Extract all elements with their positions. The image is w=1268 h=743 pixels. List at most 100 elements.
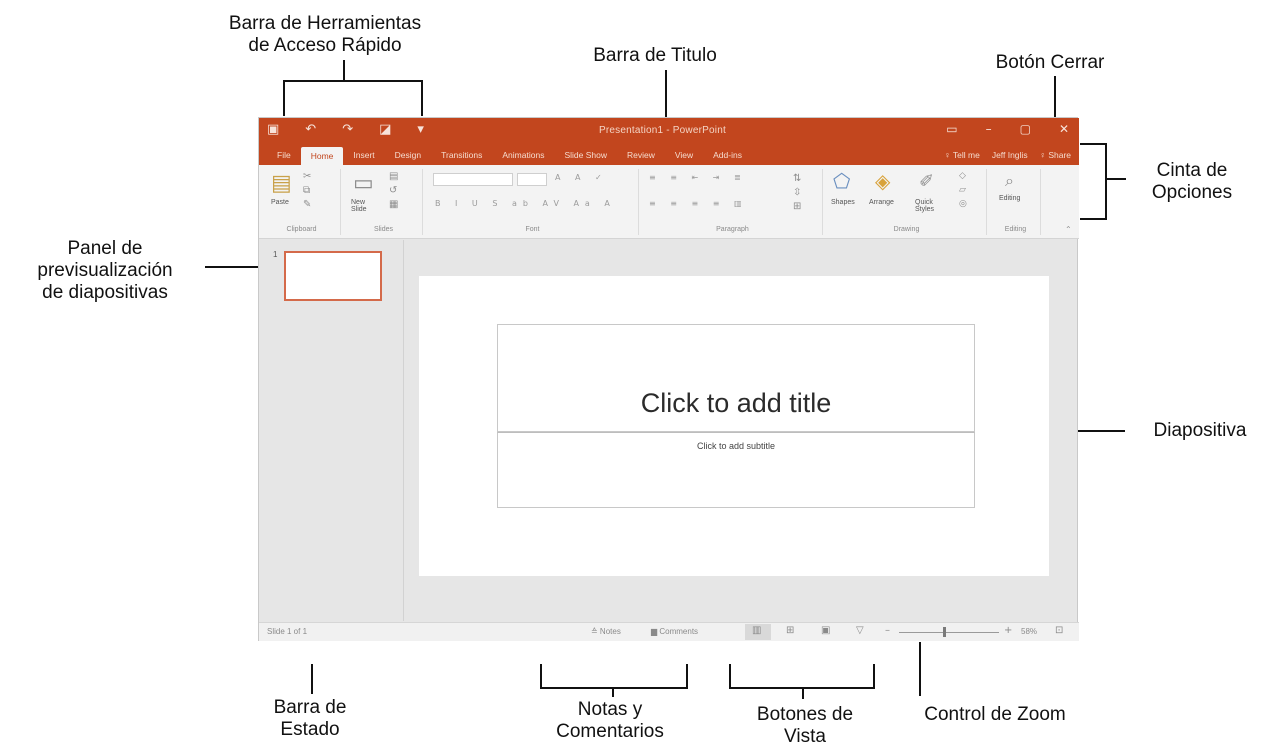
tab-add-ins[interactable]: Add-ins xyxy=(703,145,752,165)
ribbon-group-editing: ⌕ Editing Editing xyxy=(991,169,1041,235)
normal-view-icon[interactable]: ▥ xyxy=(752,625,761,636)
callout-line xyxy=(802,687,804,699)
tab-transitions[interactable]: Transitions xyxy=(431,145,492,165)
user-name[interactable]: Jeff Inglis xyxy=(992,145,1028,165)
cut-icon[interactable]: ✂ xyxy=(303,171,311,182)
slide-sorter-view-icon[interactable]: ⊞ xyxy=(786,625,794,636)
align-buttons[interactable]: ≡ ≡ ≡ ≡ ▥ xyxy=(649,199,748,208)
callout-line xyxy=(283,80,285,116)
tab-view[interactable]: View xyxy=(665,145,703,165)
callout-line xyxy=(540,664,542,688)
callout-line xyxy=(540,687,688,689)
tab-slide-show[interactable]: Slide Show xyxy=(554,145,617,165)
callout-line xyxy=(311,664,313,694)
quick-access-toolbar: ▣ ↶ ↷ ◪ ▾ xyxy=(267,122,424,137)
start-from-beginning-icon[interactable]: ◪ xyxy=(379,122,391,137)
reset-icon[interactable]: ↺ xyxy=(389,185,397,196)
tab-file[interactable]: File xyxy=(267,145,301,165)
quick-styles-icon[interactable]: ✐ xyxy=(919,171,934,192)
tab-home[interactable]: Home xyxy=(300,147,344,165)
powerpoint-window: ▣ ↶ ↷ ◪ ▾ Presentation1 - PowerPoint ▭ –… xyxy=(258,117,1079,641)
customize-toolbar-icon[interactable]: ▾ xyxy=(417,122,424,137)
callout-line xyxy=(421,80,423,116)
text-direction-icon[interactable]: ⇅ xyxy=(793,173,801,184)
editing-label[interactable]: Editing xyxy=(999,195,1020,202)
slide-editing-area: Click to add title Click to add subtitle xyxy=(405,240,1077,621)
shapes-icon[interactable]: ⬠ xyxy=(833,169,850,193)
redo-icon[interactable]: ↷ xyxy=(342,122,353,137)
tab-review[interactable]: Review xyxy=(617,145,665,165)
undo-icon[interactable]: ↶ xyxy=(305,122,316,137)
section-icon[interactable]: ▦ xyxy=(389,199,398,210)
collapse-ribbon-icon[interactable]: ⌃ xyxy=(1065,225,1072,234)
fit-to-window-icon[interactable]: ⊡ xyxy=(1055,625,1063,636)
share-button[interactable]: ♀ Share xyxy=(1040,145,1071,165)
status-bar: Slide 1 of 1 ≙ Notes ▆ Comments ▥ ⊞ ▣ ▽ … xyxy=(259,622,1079,641)
list-buttons[interactable]: ≡ ≡ ⇤ ⇥ ≣ xyxy=(649,173,747,182)
title-placeholder-text: Click to add title xyxy=(640,388,832,418)
close-icon[interactable]: ✕ xyxy=(1059,122,1069,136)
font-size-buttons[interactable]: A A ✓ xyxy=(555,173,608,182)
arrange-label[interactable]: Arrange xyxy=(869,199,894,206)
slide-thumbnail[interactable] xyxy=(284,251,382,301)
tab-design[interactable]: Design xyxy=(385,145,431,165)
reading-view-icon[interactable]: ▣ xyxy=(821,625,830,636)
callout-slide: Diapositiva xyxy=(1153,420,1247,441)
paste-icon[interactable]: ▤ xyxy=(271,171,292,196)
window-controls: ▭ – ▢ ✕ xyxy=(946,122,1069,136)
arrange-icon[interactable]: ◈ xyxy=(875,169,890,193)
font-name-dropdown[interactable] xyxy=(433,173,513,186)
maximize-icon[interactable]: ▢ xyxy=(1020,122,1031,136)
comments-button[interactable]: ▆ Comments xyxy=(651,627,698,636)
callout-line xyxy=(686,664,688,688)
shape-fill-icon[interactable]: ◇ xyxy=(959,171,966,181)
ribbon-group-slides: ▭ New Slide ▤ ↺ ▦ Slides xyxy=(345,169,423,235)
group-label-editing: Editing xyxy=(1004,226,1027,233)
copy-icon[interactable]: ⧉ xyxy=(303,185,310,196)
tell-me-box[interactable]: ♀ Tell me xyxy=(944,145,980,165)
slide-thumbnail-pane: 1 xyxy=(259,240,404,621)
format-painter-icon[interactable]: ✎ xyxy=(303,199,311,210)
subtitle-placeholder[interactable]: Click to add subtitle xyxy=(497,432,975,508)
save-icon[interactable]: ▣ xyxy=(267,122,279,137)
layout-icon[interactable]: ▤ xyxy=(389,171,398,182)
align-text-icon[interactable]: ⇳ xyxy=(793,187,801,198)
ribbon-display-options-icon[interactable]: ▭ xyxy=(946,122,957,136)
zoom-out-icon[interactable]: – xyxy=(885,625,890,636)
minimize-icon[interactable]: – xyxy=(986,122,992,136)
callout-line xyxy=(1106,178,1126,180)
zoom-percent[interactable]: 58% xyxy=(1021,627,1037,636)
shape-effects-icon[interactable]: ◎ xyxy=(959,199,967,209)
zoom-slider-thumb[interactable] xyxy=(943,627,946,637)
zoom-in-icon[interactable]: + xyxy=(1004,625,1012,636)
ribbon-tab-bar: File Home Insert Design Transitions Anim… xyxy=(259,145,1079,165)
title-placeholder[interactable]: Click to add title xyxy=(497,324,975,432)
slide-canvas[interactable]: Click to add title Click to add subtitle xyxy=(419,276,1049,576)
font-size-dropdown[interactable] xyxy=(517,173,547,186)
smartart-icon[interactable]: ⊞ xyxy=(793,201,801,212)
callout-line xyxy=(283,80,423,82)
notes-button[interactable]: ≙ Notes xyxy=(591,627,621,636)
ribbon-group-drawing: ⬠ Shapes ◈ Arrange ✐ Quick Styles ◇ ▱ ◎ … xyxy=(827,169,987,235)
quick-styles-label[interactable]: Quick Styles xyxy=(915,199,949,213)
shape-outline-icon[interactable]: ▱ xyxy=(959,185,966,195)
document-title: Presentation1 - PowerPoint xyxy=(599,125,726,136)
ribbon: ▤ Paste ✂ ⧉ ✎ Clipboard ▭ New Slide ▤ ↺ … xyxy=(259,165,1079,239)
callout-zoom-control: Control de Zoom xyxy=(924,704,1066,725)
group-label-clipboard: Clipboard xyxy=(286,226,317,233)
callout-line xyxy=(1054,76,1056,122)
slide-counter: Slide 1 of 1 xyxy=(267,627,308,636)
paste-label[interactable]: Paste xyxy=(271,199,289,206)
zoom-slider-track[interactable] xyxy=(899,632,999,633)
shapes-label[interactable]: Shapes xyxy=(831,199,855,206)
tab-insert[interactable]: Insert xyxy=(343,145,384,165)
callout-title-bar: Barra de Titulo xyxy=(593,45,717,66)
slide-show-view-icon[interactable]: ▽ xyxy=(856,625,864,636)
find-icon[interactable]: ⌕ xyxy=(1005,171,1014,191)
new-slide-icon[interactable]: ▭ xyxy=(353,171,374,196)
font-format-buttons[interactable]: B I U S ab AV Aa A xyxy=(435,199,616,208)
tab-animations[interactable]: Animations xyxy=(492,145,554,165)
new-slide-label[interactable]: New Slide xyxy=(351,199,381,213)
callout-line xyxy=(729,664,731,688)
ribbon-group-paragraph: ≡ ≡ ⇤ ⇥ ≣ ≡ ≡ ≡ ≡ ▥ ⇅ ⇳ ⊞ Paragraph xyxy=(643,169,823,235)
